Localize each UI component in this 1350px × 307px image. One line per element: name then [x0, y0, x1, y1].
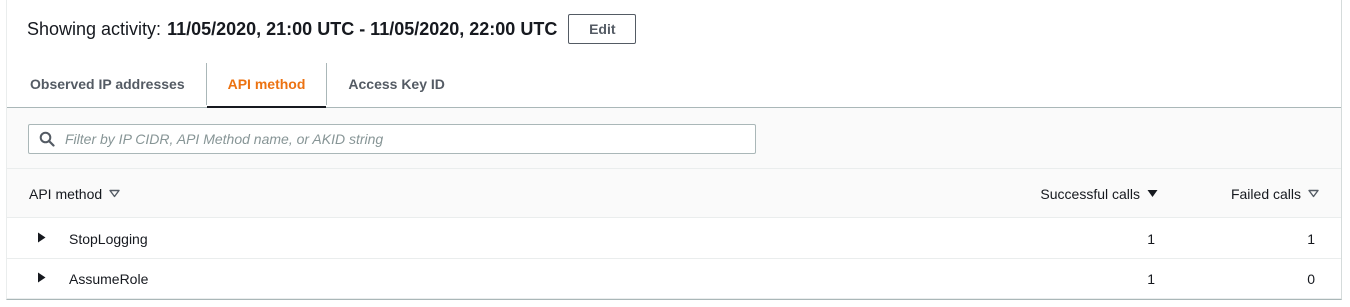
column-header-api-method[interactable]: API method: [29, 169, 120, 218]
sort-triangle-filled-icon: [1147, 190, 1158, 197]
search-box[interactable]: [28, 124, 756, 154]
sort-triangle-outline-icon: [109, 189, 120, 198]
column-header-successful-calls[interactable]: Successful calls: [1040, 169, 1158, 218]
column-header-failed-calls[interactable]: Failed calls: [1231, 169, 1319, 218]
search-icon: [39, 131, 55, 147]
successful-calls-value: 1: [1147, 231, 1155, 247]
failed-calls-value: 0: [1307, 271, 1315, 287]
table-header: API method Successful calls Failed calls: [7, 169, 1341, 218]
tab-access-key-id[interactable]: Access Key ID: [327, 60, 466, 107]
edit-button[interactable]: Edit: [568, 14, 637, 44]
table-row: StopLogging 1 1: [7, 219, 1341, 259]
api-method-name: AssumeRole: [69, 271, 149, 287]
tab-bar: Observed IP addresses API method Access …: [7, 60, 1341, 109]
activity-panel: Showing activity: 11/05/2020, 21:00 UTC …: [6, 0, 1342, 300]
api-method-name: StopLogging: [69, 231, 148, 247]
activity-prefix: Showing activity:: [27, 18, 162, 39]
failed-calls-value: 1: [1307, 231, 1315, 247]
table-row: AssumeRole 1 0: [7, 259, 1341, 299]
sort-triangle-outline-icon: [1308, 189, 1319, 198]
tab-api-method[interactable]: API method: [206, 60, 327, 109]
filter-bar: [7, 108, 1341, 169]
search-input[interactable]: [63, 125, 755, 153]
column-label: API method: [29, 185, 103, 202]
caret-right-icon[interactable]: [37, 272, 46, 283]
successful-calls-value: 1: [1147, 271, 1155, 287]
activity-range: 11/05/2020, 21:00 UTC - 11/05/2020, 22:0…: [167, 18, 558, 39]
column-label: Successful calls: [1040, 185, 1140, 202]
tab-observed-ip-addresses[interactable]: Observed IP addresses: [7, 60, 206, 107]
column-label: Failed calls: [1230, 185, 1301, 202]
caret-right-icon[interactable]: [37, 232, 46, 243]
activity-header: Showing activity: 11/05/2020, 21:00 UTC …: [27, 14, 637, 44]
